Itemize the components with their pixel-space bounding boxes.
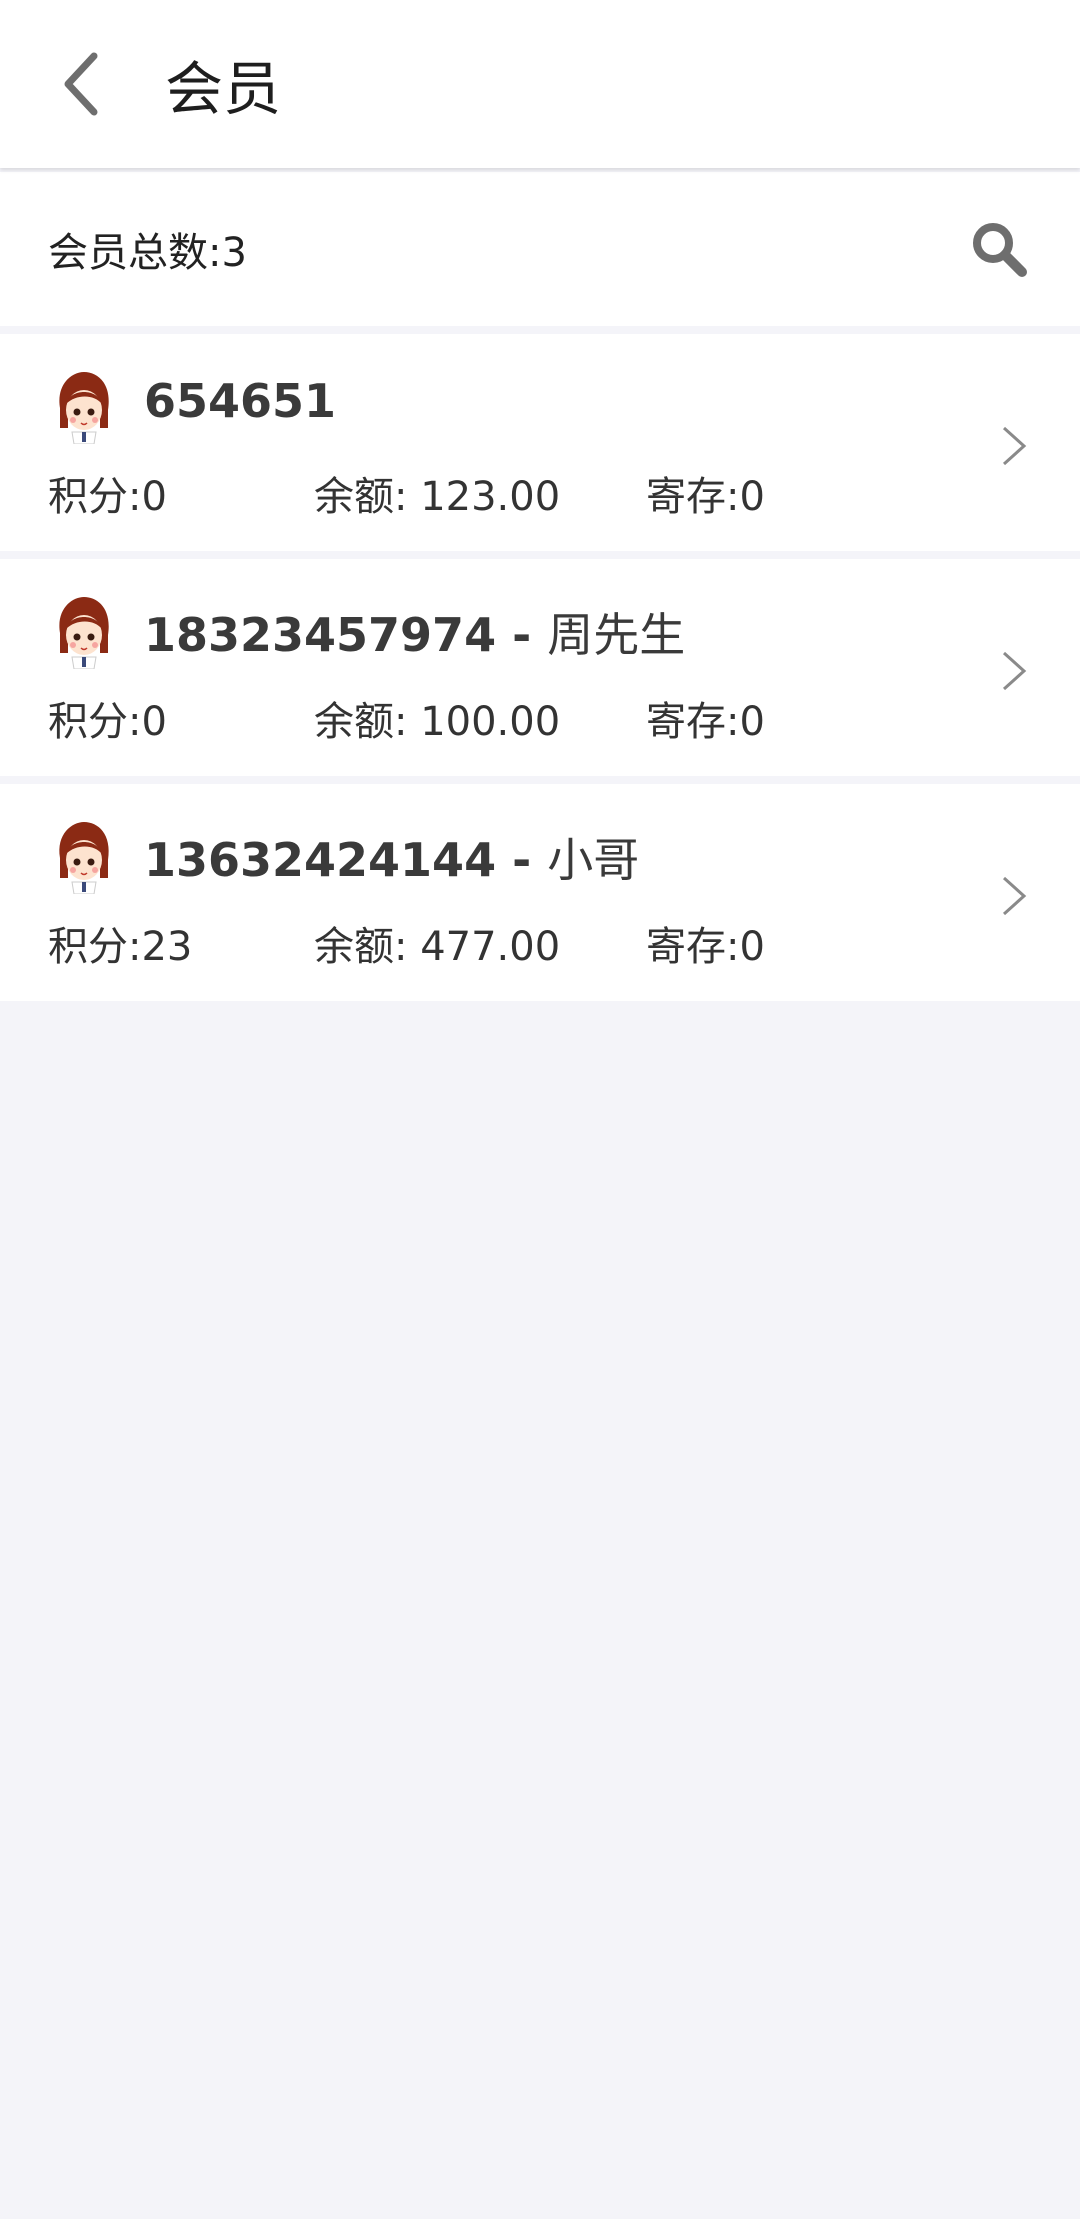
member-list: 654651 积分:0 余额: 123.00 寄存:0 18323457974 … xyxy=(0,334,1080,1001)
member-deposit: 寄存:0 xyxy=(646,474,765,520)
member-points: 积分:0 xyxy=(48,699,167,745)
member-balance: 余额: 477.00 xyxy=(314,924,561,970)
member-row[interactable]: 18323457974 - 周先生 积分:0 余额: 100.00 寄存:0 xyxy=(0,559,1080,776)
member-balance: 余额: 123.00 xyxy=(314,474,561,520)
page-title: 会员 xyxy=(165,55,282,123)
member-id: 654651 xyxy=(144,374,337,428)
member-id: 13632424144 xyxy=(144,833,497,887)
chevron-right-icon xyxy=(1002,651,1027,691)
member-balance: 余额: 100.00 xyxy=(314,699,561,745)
member-deposit: 寄存:0 xyxy=(646,699,765,745)
member-name-separator: - xyxy=(496,833,548,887)
member-total-count: 会员总数:3 xyxy=(48,230,247,276)
search-button[interactable] xyxy=(964,214,1034,284)
member-row[interactable]: 654651 积分:0 余额: 123.00 寄存:0 xyxy=(0,334,1080,551)
member-points: 积分:23 xyxy=(48,924,193,970)
app-header: 会员 xyxy=(0,0,1080,168)
search-icon xyxy=(973,223,1027,277)
back-button[interactable] xyxy=(45,49,115,119)
member-deposit: 寄存:0 xyxy=(646,924,765,970)
member-row[interactable]: 13632424144 - 小哥 积分:23 余额: 477.00 寄存:0 xyxy=(0,784,1080,1001)
member-nickname: 周先生 xyxy=(547,608,686,662)
member-name: 654651 xyxy=(144,374,336,428)
girl-avatar-icon xyxy=(59,372,109,444)
member-name: 18323457974 - 周先生 xyxy=(144,599,685,665)
member-id: 18323457974 xyxy=(144,608,497,662)
member-nickname: 小哥 xyxy=(547,833,640,887)
girl-avatar-icon xyxy=(59,597,109,669)
chevron-right-icon xyxy=(1002,876,1027,916)
girl-avatar-icon xyxy=(59,822,109,894)
chevron-left-icon xyxy=(64,52,98,116)
member-name-separator: - xyxy=(496,608,548,662)
member-points: 积分:0 xyxy=(48,474,167,520)
member-name: 13632424144 - 小哥 xyxy=(144,824,639,890)
chevron-right-icon xyxy=(1002,426,1027,466)
member-summary-bar: 会员总数:3 xyxy=(0,172,1080,326)
